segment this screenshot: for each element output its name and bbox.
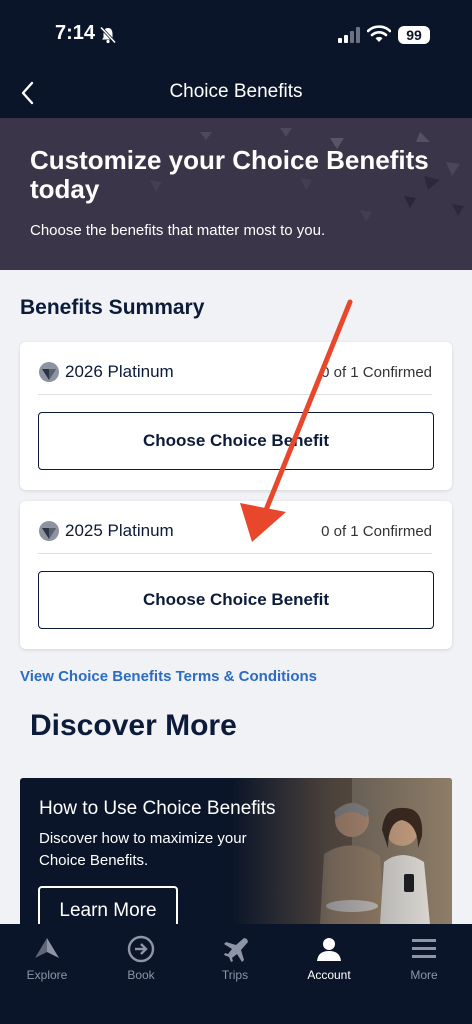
bell-muted-icon <box>99 26 117 44</box>
promo-description: Discover how to maximize your Choice Ben… <box>39 830 247 869</box>
airplane-icon <box>224 938 248 962</box>
tab-label: Book <box>127 968 155 982</box>
battery-level: 99 <box>398 26 430 44</box>
tier-name: 2025 Platinum <box>65 521 174 540</box>
tab-more[interactable]: More <box>389 934 459 994</box>
menu-icon <box>412 939 436 958</box>
signal-icon <box>338 27 360 43</box>
terms-conditions-link[interactable]: View Choice Benefits Terms & Conditions <box>20 668 317 685</box>
benefits-summary-title: Benefits Summary <box>20 296 205 319</box>
hero-subtitle: Choose the benefits that matter most to … <box>30 222 326 239</box>
hero-banner: Customize your Choice Benefits today Cho… <box>0 118 472 270</box>
benefit-card-2026: 2026 Platinum 0 of 1 Confirmed Choose Ch… <box>20 342 452 490</box>
tab-label: Explore <box>26 968 68 982</box>
card-header: 2026 Platinum 0 of 1 Confirmed <box>38 360 432 395</box>
confirmed-status: 0 of 1 Confirmed <box>321 364 432 381</box>
confirmed-status: 0 of 1 Confirmed <box>321 523 432 540</box>
platinum-medallion-icon <box>39 362 59 382</box>
learn-more-button[interactable]: Learn More <box>38 886 178 924</box>
delta-widget-icon <box>35 938 59 958</box>
tier-name: 2026 Platinum <box>65 362 174 381</box>
hero-title: Customize your Choice Benefits today <box>30 145 429 204</box>
bottom-tab-bar: Explore Book Trips Account More <box>0 924 472 1024</box>
choose-choice-benefit-button[interactable]: Choose Choice Benefit <box>38 412 434 470</box>
nav-header: Choice Benefits <box>0 70 472 118</box>
status-bar: 7:14 99 <box>0 0 472 70</box>
arrow-circle-icon <box>127 935 155 963</box>
discover-more-title: Discover More <box>30 709 237 742</box>
tab-label: Account <box>307 968 351 982</box>
status-time: 7:14 <box>55 22 96 44</box>
benefit-card-2025: 2025 Platinum 0 of 1 Confirmed Choose Ch… <box>20 501 452 649</box>
promo-title: How to Use Choice Benefits <box>39 798 276 819</box>
tab-book[interactable]: Book <box>106 934 176 994</box>
wifi-icon <box>367 25 391 42</box>
tab-label: More <box>410 968 438 982</box>
choose-choice-benefit-button[interactable]: Choose Choice Benefit <box>38 571 434 629</box>
tab-trips[interactable]: Trips <box>200 934 270 994</box>
promo-card: How to Use Choice Benefits Discover how … <box>20 778 452 924</box>
card-header: 2025 Platinum 0 of 1 Confirmed <box>38 519 432 554</box>
page-title: Choice Benefits <box>169 81 303 102</box>
platinum-medallion-icon <box>39 521 59 541</box>
tab-label: Trips <box>221 968 249 982</box>
tab-explore[interactable]: Explore <box>12 934 82 994</box>
tab-account[interactable]: Account <box>294 934 364 994</box>
person-icon <box>317 938 341 961</box>
